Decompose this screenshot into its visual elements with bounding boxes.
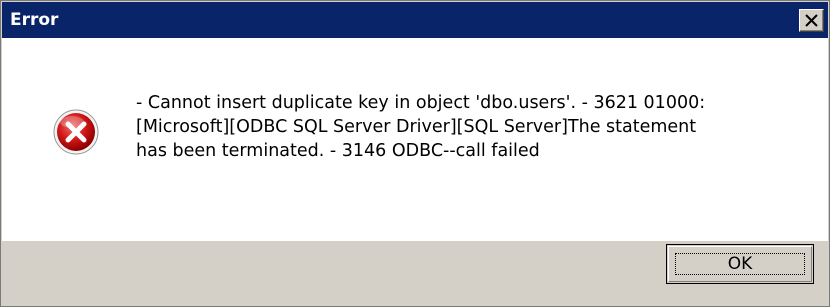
message-area: - Cannot insert duplicate key in object …: [2, 38, 828, 241]
error-message-text: - Cannot insert duplicate key in object …: [136, 93, 706, 161]
footer-separator: [2, 241, 828, 242]
error-icon: [53, 109, 99, 155]
ok-button[interactable]: OK: [666, 244, 814, 284]
window-title: Error: [10, 10, 59, 30]
titlebar[interactable]: Error: [2, 2, 828, 38]
close-button[interactable]: [799, 9, 824, 32]
ok-button-label: OK: [727, 254, 753, 274]
error-dialog-window: Error - Cannot insert duplicate key in o…: [0, 0, 830, 307]
close-icon: [805, 14, 818, 27]
